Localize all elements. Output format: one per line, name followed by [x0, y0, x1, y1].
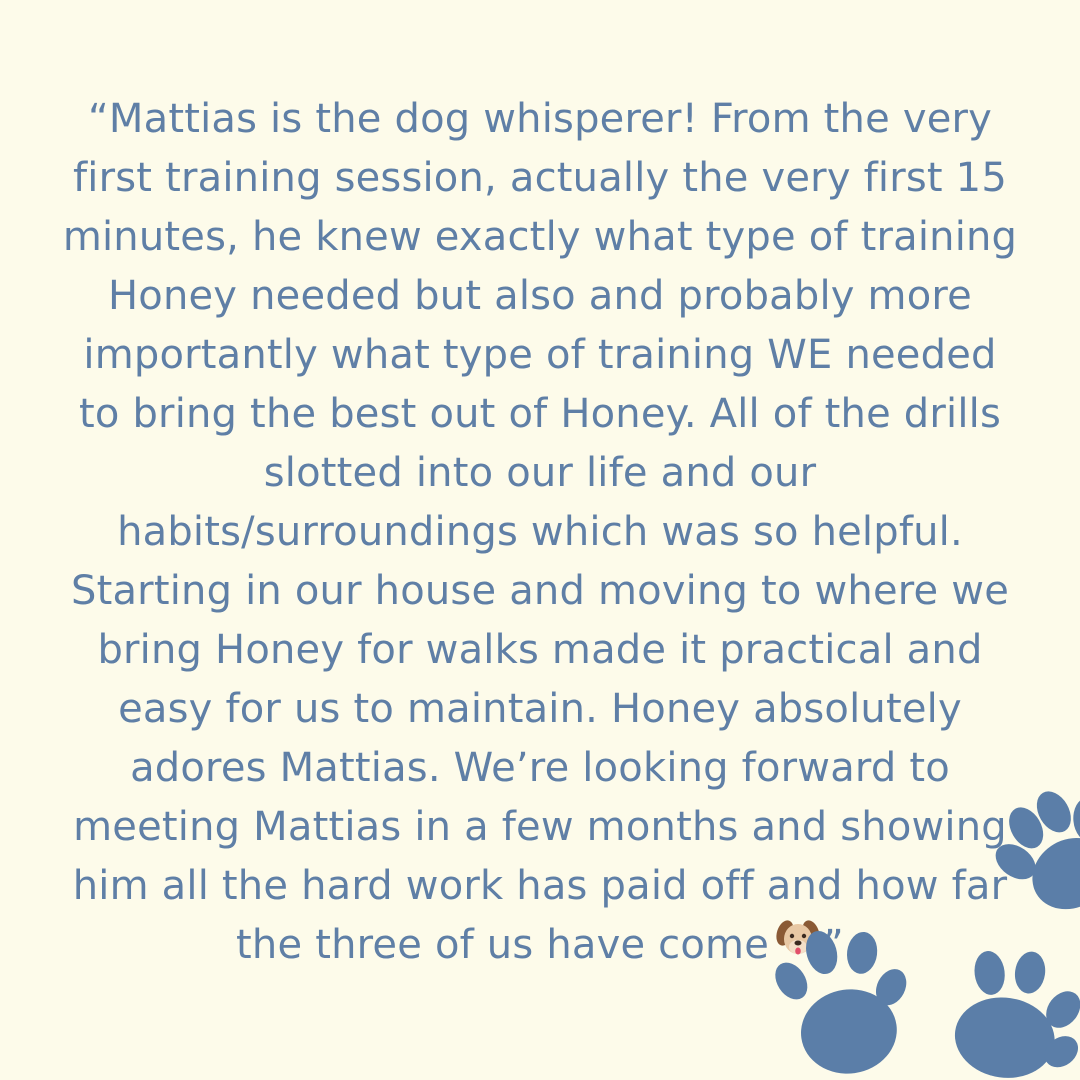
quote-line: him all the hard work has paid off and h…	[72, 863, 1008, 909]
quote-line: slotted into our life and our	[263, 450, 817, 496]
quote-line: minutes, he knew exactly what type of tr…	[62, 214, 1018, 260]
quote-line: importantly what type of training WE nee…	[83, 332, 997, 378]
testimonial-quote: “Mattias is the dog whisperer! From the …	[40, 90, 1040, 978]
quote-last-text: the three of us have come	[236, 922, 770, 968]
quote-line: bring Honey for walks made it practical …	[97, 627, 983, 673]
quote-line: meeting Mattias in a few months and show…	[73, 804, 1007, 850]
quote-line: Honey needed but also and probably more	[108, 273, 972, 319]
quote-line: to bring the best out of Honey. All of t…	[78, 391, 1002, 437]
quote-line: adores Mattias. We’re looking forward to	[130, 745, 950, 791]
quote-line: first training session, actually the ver…	[73, 155, 1007, 201]
quote-line: Starting in our house and moving to wher…	[71, 568, 1009, 614]
quote-line: easy for us to maintain. Honey absolutel…	[118, 686, 962, 732]
quote-line: habits/surroundings which was so helpful…	[117, 509, 963, 555]
dog-face-icon	[775, 917, 821, 978]
closing-quote: ”	[823, 922, 844, 968]
quote-line: “Mattias is the dog whisperer! From the …	[87, 96, 993, 142]
quote-line-last: the three of us have come ”	[40, 916, 1040, 978]
